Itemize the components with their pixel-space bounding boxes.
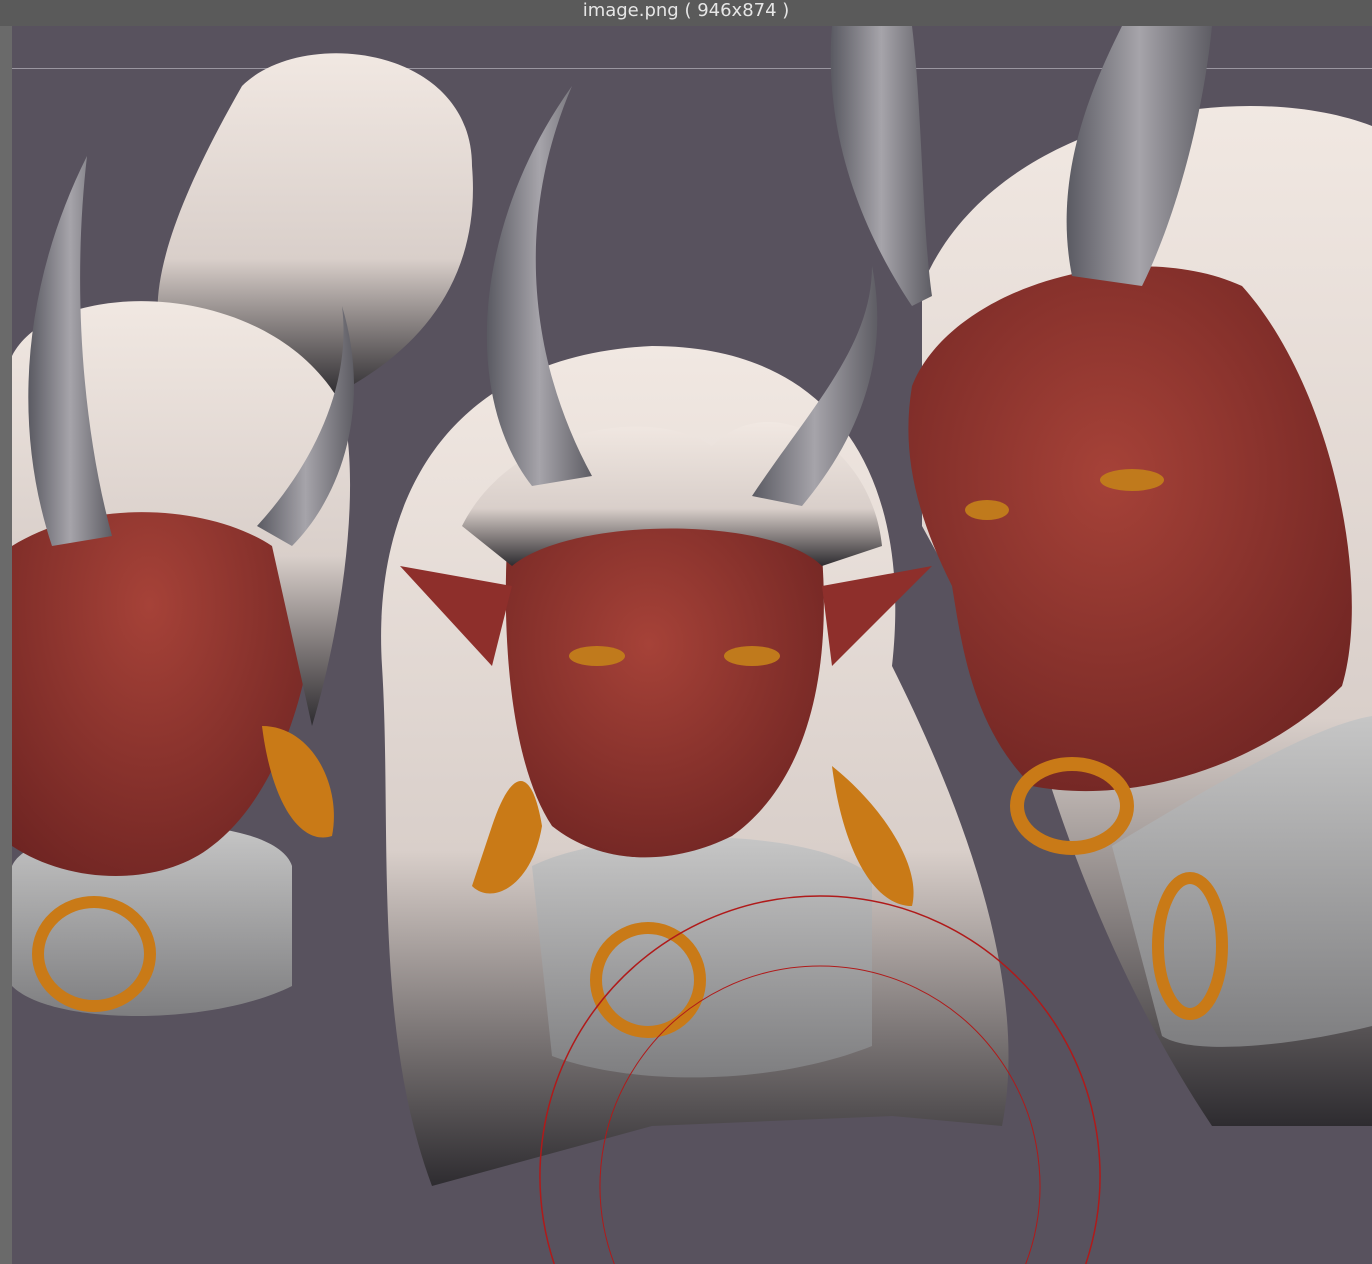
eye-left-face [965, 500, 1009, 520]
eye-left [569, 646, 625, 666]
sculpt-render [12, 26, 1372, 1264]
window-title-bar: image.png ( 946x874 ) [0, 0, 1372, 26]
left-panel-edge [0, 26, 12, 1264]
collar-middle [532, 837, 872, 1078]
horn-right-2 [830, 26, 932, 306]
earring-left [262, 726, 334, 838]
image-viewport[interactable] [12, 26, 1372, 1264]
window-title: image.png ( 946x874 ) [582, 0, 790, 21]
eye-right-face [1100, 469, 1164, 491]
eye-right [724, 646, 780, 666]
